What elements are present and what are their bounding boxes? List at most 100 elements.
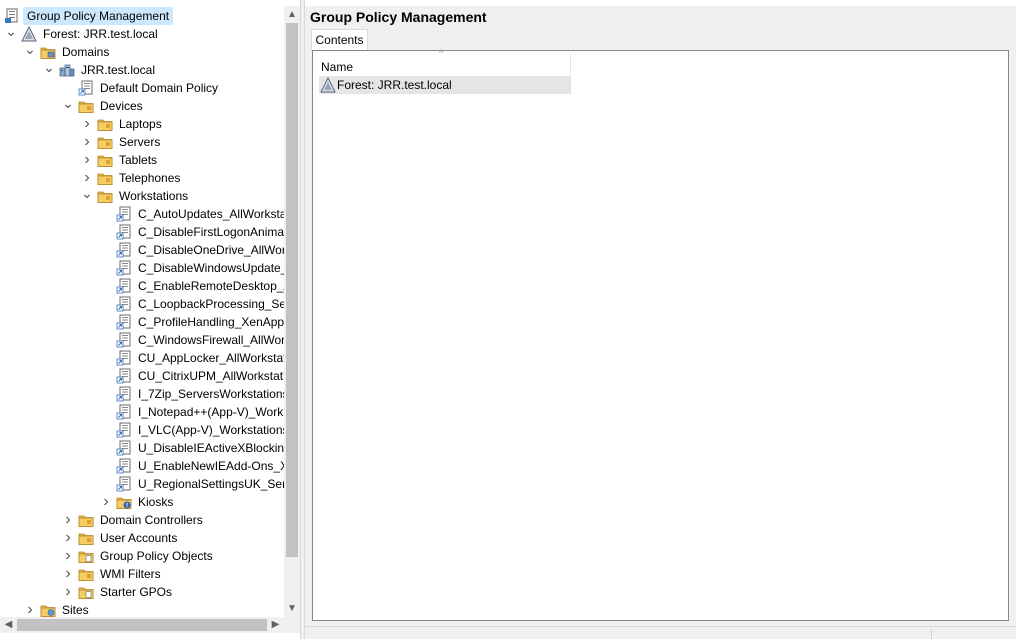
tree-vertical-scrollbar[interactable]: ▲ ▼ (284, 6, 300, 617)
tree-item[interactable]: ⌄ JRR.test.local (0, 60, 284, 79)
tree-item-label: U_RegionalSettingsUK_Serv (138, 477, 284, 491)
sites-folder-icon (40, 602, 56, 617)
tree-item[interactable]: C_EnableRemoteDesktop_A (0, 277, 284, 295)
tree-item-label: I_Notepad++(App-V)_Work (138, 405, 284, 419)
chevron-down-icon[interactable]: ⌄ (79, 186, 95, 205)
gpo-link-icon (116, 350, 132, 366)
tree-item-label: Domain Controllers (100, 513, 203, 527)
tree-item[interactable]: › Kiosks (0, 493, 284, 511)
tree-item[interactable]: ⌄ Devices (0, 96, 284, 115)
tree-item[interactable]: C_LoopbackProcessing_Ser (0, 295, 284, 313)
chevron-right-icon[interactable]: › (60, 547, 76, 565)
tree-item[interactable]: I_7Zip_ServersWorkstations_ (0, 385, 284, 403)
domains-folder-icon (40, 44, 56, 60)
tree-item-label: JRR.test.local (81, 63, 156, 77)
details-pane-title: Group Policy Management (310, 9, 487, 25)
tree-item[interactable]: Default Domain Policy (0, 79, 284, 97)
tree-view[interactable]: Group Policy Management ⌄ Forest: JRR.tes… (0, 6, 284, 617)
tree-item[interactable]: CU_CitrixUPM_AllWorkstati (0, 367, 284, 385)
tree-item-label: CU_CitrixUPM_AllWorkstati (138, 369, 284, 383)
ou-folder-icon (97, 188, 113, 204)
gpo-link-icon (116, 242, 132, 258)
chevron-right-icon[interactable]: › (79, 133, 95, 151)
horizontal-scroll-thumb[interactable] (17, 619, 267, 631)
scroll-down-arrow-icon[interactable]: ▼ (284, 600, 300, 617)
tree-item[interactable]: C_DisableWindowsUpdate_ (0, 259, 284, 277)
scroll-left-arrow-icon[interactable]: ◀ (0, 617, 17, 633)
column-header-name[interactable]: ^ Name (319, 48, 571, 76)
tree-item-label: Group Policy Objects (100, 549, 213, 563)
chevron-right-icon[interactable]: › (60, 583, 76, 601)
ou-blocked-folder-icon (116, 494, 132, 510)
chevron-right-icon[interactable]: › (79, 115, 95, 133)
tree-item[interactable]: U_EnableNewIEAdd-Ons_Xe (0, 457, 284, 475)
tree-item-label: Telephones (119, 171, 181, 185)
tree-item[interactable]: ⌄ Workstations (0, 186, 284, 205)
tree-item-label: C_DisableFirstLogonAnimat (138, 225, 284, 239)
tree-item[interactable]: › Tablets (0, 151, 284, 169)
tree-item[interactable]: › Starter GPOs (0, 583, 284, 601)
chevron-down-icon[interactable]: ⌄ (60, 96, 76, 115)
scroll-right-arrow-icon[interactable]: ▶ (267, 617, 284, 633)
tree-item[interactable]: › Sites (0, 601, 284, 617)
tree-item[interactable]: › User Accounts (0, 529, 284, 547)
tree-item[interactable]: C_WindowsFirewall_AllWor (0, 331, 284, 349)
chevron-right-icon[interactable]: › (60, 565, 76, 583)
tree-item-label: U_EnableNewIEAdd-Ons_Xe (138, 459, 284, 473)
chevron-right-icon[interactable]: › (60, 529, 76, 547)
gpo-link-icon (116, 458, 132, 474)
tree-item-label: Kiosks (138, 495, 174, 509)
tree-item-label: Domains (62, 45, 110, 59)
status-bar (305, 626, 1016, 639)
tree-item-label: Workstations (119, 189, 189, 203)
tree-item-label: CU_AppLocker_AllWorkstat (138, 351, 284, 365)
tree-item[interactable]: C_AutoUpdates_AllWorksta (0, 205, 284, 223)
chevron-right-icon[interactable]: › (79, 151, 95, 169)
gpo-link-icon (116, 224, 132, 240)
tree-item[interactable]: I_Notepad++(App-V)_Work (0, 403, 284, 421)
tree-item[interactable]: CU_AppLocker_AllWorkstat (0, 349, 284, 367)
tree-item[interactable]: › Telephones (0, 169, 284, 187)
tree-item[interactable]: U_RegionalSettingsUK_Serv (0, 475, 284, 493)
gpo-link-icon (116, 422, 132, 438)
chevron-right-icon[interactable]: › (98, 493, 114, 511)
tree-item-label: C_LoopbackProcessing_Ser (138, 297, 284, 311)
scroll-up-arrow-icon[interactable]: ▲ (284, 6, 300, 23)
chevron-down-icon[interactable]: ⌄ (41, 60, 57, 79)
forest-icon (21, 25, 37, 42)
tree-item[interactable]: Group Policy Management (0, 7, 284, 25)
vertical-scroll-thumb[interactable] (286, 23, 298, 557)
gpo-link-icon (116, 440, 132, 456)
gpo-link-icon (116, 476, 132, 492)
contents-list-view[interactable]: ^ Name Forest: JRR.test.local (312, 48, 1009, 621)
tree-item[interactable]: C_DisableOneDrive_AllWork (0, 241, 284, 259)
gpo-link-icon (116, 278, 132, 294)
chevron-right-icon[interactable]: › (22, 601, 38, 617)
tab-contents[interactable]: Contents (311, 29, 368, 51)
tree-item-label: User Accounts (100, 531, 178, 545)
tree-item-label: WMI Filters (100, 567, 161, 581)
tree-item[interactable]: U_DisableIEActiveXBlocking (0, 439, 284, 457)
tree-item[interactable]: ⌄ Forest: JRR.test.local (0, 24, 284, 43)
chevron-right-icon[interactable]: › (60, 511, 76, 529)
tree-item[interactable]: › WMI Filters (0, 565, 284, 583)
tree-item[interactable]: › Domain Controllers (0, 511, 284, 529)
tree-item-label: C_EnableRemoteDesktop_A (138, 279, 284, 293)
tree-item-label: Group Policy Management (23, 7, 174, 25)
tree-item[interactable]: C_ProfileHandling_XenApp (0, 313, 284, 331)
tree-item[interactable]: C_DisableFirstLogonAnimat (0, 223, 284, 241)
ou-folder-icon (78, 98, 94, 114)
tree-horizontal-scrollbar[interactable]: ◀ ▶ (0, 617, 284, 633)
tree-item[interactable]: › Laptops (0, 115, 284, 133)
tree-item[interactable]: › Group Policy Objects (0, 547, 284, 565)
tree-item[interactable]: › Servers (0, 133, 284, 151)
tree-item-label: Forest: JRR.test.local (43, 27, 158, 41)
tree-item[interactable]: I_VLC(App-V)_Workstations (0, 421, 284, 439)
tree-item-label: Devices (100, 99, 143, 113)
tree-item-label: C_DisableWindowsUpdate_ (138, 261, 284, 275)
list-item[interactable]: Forest: JRR.test.local (319, 76, 571, 94)
tree-item-label: Servers (119, 135, 161, 149)
gpo-link-icon (116, 404, 132, 420)
chevron-down-icon[interactable]: ⌄ (22, 42, 38, 61)
chevron-down-icon[interactable]: ⌄ (3, 24, 19, 43)
